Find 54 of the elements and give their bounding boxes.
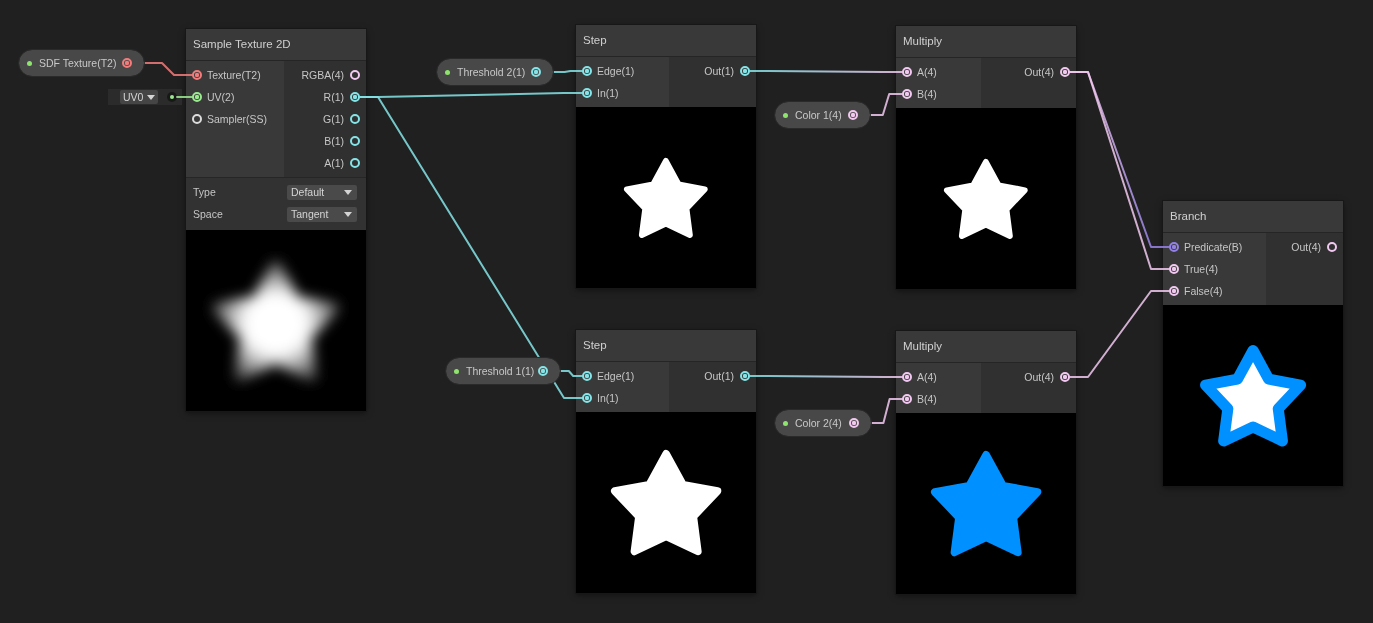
port-label: Sampler(SS) [207, 113, 268, 125]
port-label: Out(4) [1024, 66, 1054, 78]
connection-line [176, 96, 193, 98]
caret-icon [344, 189, 352, 195]
port-label: Predicate(B) [1184, 241, 1243, 253]
dropdown[interactable]: Default [287, 184, 357, 200]
property-name: Threshold 2(1) [457, 66, 526, 78]
port-label: A(4) [917, 66, 937, 78]
dot-icon [783, 420, 788, 426]
port-icon[interactable] [167, 92, 177, 102]
caret-icon [147, 94, 155, 100]
caret-icon [344, 211, 352, 217]
node-title: Multiply [903, 35, 942, 48]
dot-icon [27, 60, 32, 66]
port-label: Out(1) [704, 65, 734, 77]
node-title: Multiply [903, 340, 942, 353]
dot-icon [454, 368, 459, 374]
connection-line [870, 398, 903, 424]
port-label: False(4) [1184, 285, 1223, 297]
port-label: UV(2) [207, 91, 235, 103]
property-name: Threshold 1(1) [466, 365, 535, 377]
node-title: Step [583, 339, 607, 352]
port-label: A(4) [917, 371, 937, 383]
port-label: B(4) [917, 88, 937, 100]
port-label: B(4) [917, 393, 937, 405]
port-label: Out(4) [1024, 371, 1054, 383]
property-name: SDF Texture(T2) [39, 57, 117, 69]
port-label: Edge(1) [597, 370, 635, 382]
setting-label: Space [193, 208, 223, 220]
connection-line [869, 93, 903, 116]
node-title: Sample Texture 2D [193, 38, 291, 51]
dot-icon [783, 112, 788, 118]
node-title: Branch [1170, 210, 1207, 223]
connection-line [143, 62, 193, 76]
port-label: A(1) [324, 157, 344, 169]
port-label: Out(4) [1291, 241, 1321, 253]
property-name: Color 1(4) [795, 109, 842, 121]
dropdown[interactable]: UV0 [120, 90, 158, 104]
port-label: G(1) [323, 113, 344, 125]
port-label: Edge(1) [597, 65, 635, 77]
port-label: R(1) [323, 91, 344, 103]
port-label: True(4) [1184, 263, 1219, 275]
connection-line [552, 70, 583, 73]
port-label: Texture(T2) [207, 69, 261, 81]
port-label: In(1) [597, 392, 619, 404]
port-label: Out(1) [704, 370, 734, 382]
port-label: In(1) [597, 87, 619, 99]
node-title: Step [583, 34, 607, 47]
dot-icon [445, 69, 450, 75]
port-label: RGBA(4) [301, 69, 344, 81]
property-name: Color 2(4) [795, 417, 842, 429]
dropdown[interactable]: Tangent [287, 206, 357, 222]
setting-label: Type [193, 186, 216, 198]
port-label: B(1) [324, 135, 344, 147]
